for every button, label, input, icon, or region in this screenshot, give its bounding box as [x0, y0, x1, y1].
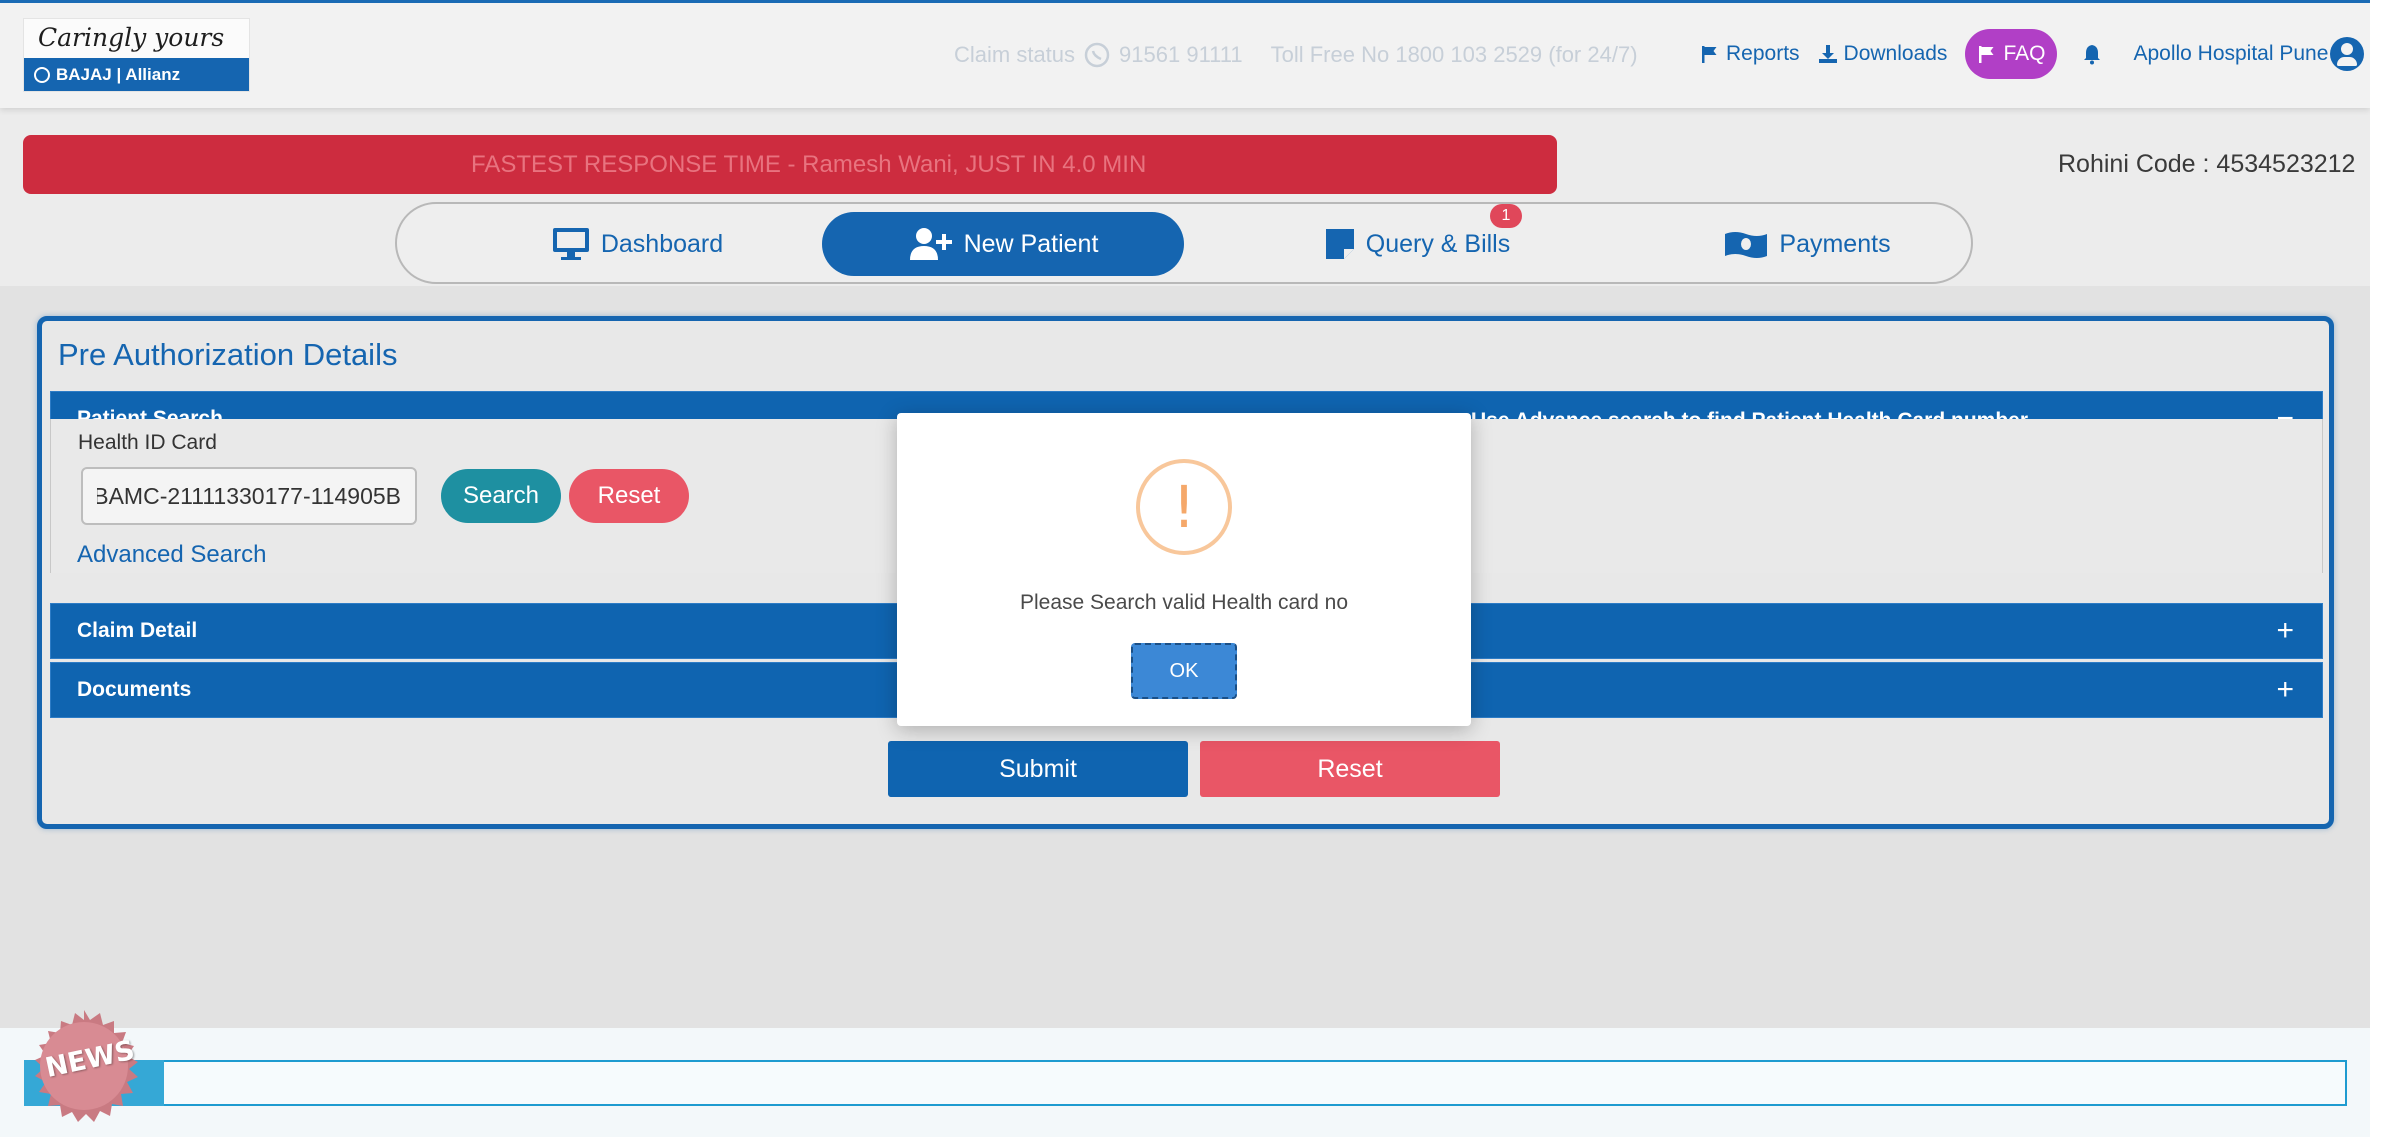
- advanced-search-link[interactable]: Advanced Search: [77, 541, 266, 569]
- whatsapp-icon: [1084, 42, 1110, 68]
- download-icon: [1818, 45, 1837, 63]
- tab-dashboard-label: Dashboard: [600, 229, 724, 258]
- brand-band: BAJAJ | Allianz: [24, 58, 249, 91]
- expand-icon[interactable]: +: [2276, 614, 2294, 648]
- tab-new-patient[interactable]: New Patient: [822, 212, 1184, 276]
- tab-payments[interactable]: Payments: [1677, 212, 1937, 276]
- reports-label: Reports: [1726, 42, 1800, 65]
- dialog-message: Please Search valid Health card no: [1019, 591, 1349, 614]
- faq-label: FAQ: [2003, 42, 2046, 65]
- reset-button[interactable]: Reset: [1200, 741, 1500, 797]
- ok-button[interactable]: OK: [1131, 643, 1237, 699]
- desktop-icon: [552, 228, 589, 260]
- bell-icon[interactable]: [2081, 43, 2103, 65]
- claim-status-label: Claim status: [954, 42, 1076, 67]
- search-reset-button[interactable]: Reset: [569, 469, 689, 523]
- rohini-code: Rohini Code : 4534523212: [2058, 150, 2356, 178]
- documents-title: Documents: [77, 678, 192, 701]
- hospital-name: Apollo Hospital Pune: [2133, 42, 2329, 65]
- page-scrollbar[interactable]: [2370, 0, 2400, 1137]
- claim-detail-title: Claim Detail: [77, 619, 198, 642]
- warning-icon: !: [1136, 459, 1232, 555]
- header-nav: Reports Downloads FAQ Apollo Hospital Pu…: [1700, 29, 2365, 79]
- user-avatar-icon: [2330, 37, 2365, 71]
- toll-free-number: Toll Free No 1800 103 2529 (for 24/7): [1270, 42, 1638, 67]
- claim-status-group: Claim status 91561 91111: [954, 41, 1243, 69]
- tab-query-bills-label: Query & Bills: [1365, 229, 1511, 258]
- alert-dialog: ! Please Search valid Health card no OK: [897, 413, 1471, 726]
- bajaj-mark-icon: [34, 66, 50, 83]
- expand-icon[interactable]: +: [2276, 673, 2294, 707]
- faq-button[interactable]: FAQ: [1965, 29, 2058, 79]
- tab-payments-label: Payments: [1779, 229, 1891, 258]
- news-ticker: [24, 1060, 2347, 1106]
- brand-logo[interactable]: Caringly yours BAJAJ | Allianz: [23, 18, 250, 92]
- main-tabs: Dashboard New Patient Query & Bills 1 Pa…: [395, 202, 1973, 284]
- claim-phone-number: 91561 91111: [1119, 42, 1243, 67]
- downloads-link[interactable]: Downloads: [1818, 42, 1948, 66]
- page: Caringly yours BAJAJ | Allianz Claim sta…: [0, 0, 2370, 1137]
- alert-message: FASTEST RESPONSE TIME - Ramesh Wani, JUS…: [471, 150, 1147, 178]
- page-title: Pre Authorization Details: [58, 337, 398, 372]
- brand-name: BAJAJ | Allianz: [56, 64, 181, 84]
- brand-tagline: Caringly yours: [38, 23, 225, 52]
- sticky-note-icon: [1325, 229, 1354, 259]
- health-id-input[interactable]: [81, 467, 417, 525]
- top-header: Caringly yours BAJAJ | Allianz Claim sta…: [0, 0, 2370, 108]
- downloads-label: Downloads: [1843, 42, 1948, 65]
- faq-flag-icon: [1979, 46, 1994, 63]
- health-id-label: Health ID Card: [78, 431, 217, 454]
- flag-icon: [1702, 46, 1717, 63]
- hospital-user-menu[interactable]: Apollo Hospital Pune: [2133, 37, 2365, 71]
- alert-marquee: FASTEST RESPONSE TIME - Ramesh Wani, JUS…: [23, 135, 1557, 194]
- tab-dashboard[interactable]: Dashboard: [517, 212, 757, 276]
- query-notification-badge: 1: [1490, 204, 1522, 228]
- money-bill-icon: [1725, 232, 1768, 258]
- submit-button[interactable]: Submit: [888, 741, 1188, 797]
- tab-new-patient-label: New Patient: [963, 229, 1099, 258]
- search-button[interactable]: Search: [441, 469, 561, 523]
- user-plus-icon: [909, 228, 952, 260]
- reports-link[interactable]: Reports: [1700, 42, 1800, 66]
- claim-status-info: Claim status 91561 91111 Toll Free No 18…: [954, 41, 1638, 69]
